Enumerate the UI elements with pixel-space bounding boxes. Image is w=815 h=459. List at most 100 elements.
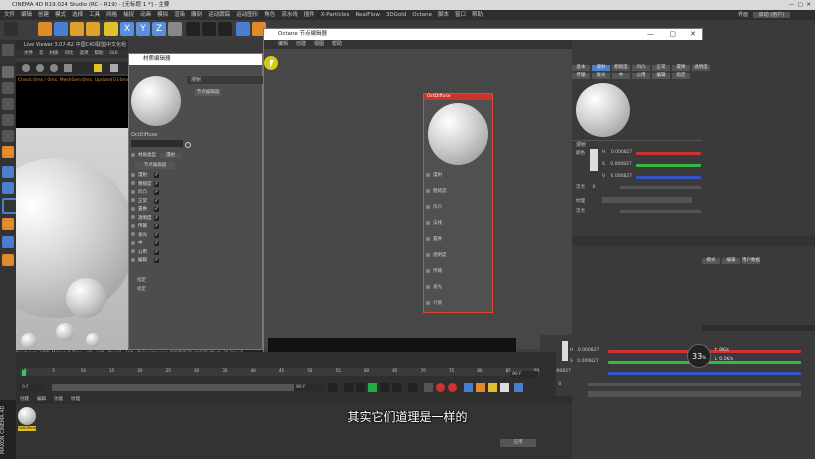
port-dot-icon[interactable] bbox=[426, 172, 430, 177]
y-axis-icon[interactable]: Y bbox=[136, 22, 150, 36]
workplane-icon[interactable] bbox=[2, 98, 14, 110]
attr-tab-tabs_row1-1[interactable]: 漫射 bbox=[592, 65, 610, 71]
lower-v-slider[interactable] bbox=[608, 372, 801, 375]
check-icon[interactable]: ✓ bbox=[154, 215, 159, 221]
material-menu-item-0[interactable]: 创建 bbox=[20, 397, 29, 402]
menu-item-11[interactable]: 雕刻 bbox=[191, 12, 202, 18]
lower-mix-slider[interactable] bbox=[588, 383, 801, 386]
layout-value[interactable]: 启动 (用户) bbox=[752, 12, 791, 18]
play-icon[interactable] bbox=[368, 383, 377, 392]
attr-tab-tabs_row2-4[interactable]: 编辑 bbox=[652, 73, 670, 79]
menu-item-18[interactable]: RealFlow bbox=[355, 12, 379, 18]
attr-tab-tabs_row2-1[interactable]: 发光 bbox=[592, 73, 610, 79]
param-key-icon[interactable] bbox=[500, 383, 509, 392]
attr-tab-tabs_row2-5[interactable]: 指定 bbox=[672, 73, 690, 79]
menu-item-0[interactable]: 文件 bbox=[4, 12, 15, 18]
attr-tab-lower_tabs2-1[interactable]: 编辑 bbox=[722, 258, 740, 264]
check-icon[interactable]: ✓ bbox=[154, 198, 159, 204]
attr-tab-tabs_row1-4[interactable]: 正常 bbox=[652, 65, 670, 71]
timeline-view-icon[interactable] bbox=[514, 383, 523, 392]
attr-tab-lower_tabs2-2[interactable]: 用户数据 bbox=[742, 258, 760, 264]
attr-tab-tabs_row2-2[interactable]: 中 bbox=[612, 73, 630, 79]
check-icon[interactable]: ✓ bbox=[154, 190, 159, 195]
port-dot-icon[interactable] bbox=[426, 284, 430, 289]
go-start-icon[interactable] bbox=[328, 383, 337, 392]
channel-item-3[interactable]: 凹凸 ✓ bbox=[131, 189, 186, 196]
apply-button[interactable]: 应用 bbox=[500, 439, 536, 447]
snap-icon[interactable] bbox=[2, 182, 14, 194]
auto-key-icon[interactable] bbox=[448, 383, 457, 392]
check-icon[interactable]: ✓ bbox=[154, 181, 159, 187]
rotate-tool-icon[interactable] bbox=[70, 22, 84, 36]
close-icon[interactable]: ✕ bbox=[690, 29, 696, 40]
check-icon[interactable]: ✓ bbox=[154, 258, 159, 263]
axis-icon[interactable] bbox=[2, 166, 14, 178]
rot-key-icon[interactable] bbox=[476, 383, 485, 392]
v-slider[interactable] bbox=[636, 176, 701, 179]
s-slider[interactable] bbox=[636, 164, 701, 167]
node-menu-item-3[interactable]: 帮助 bbox=[332, 41, 342, 47]
menu-item-23[interactable]: 帮助 bbox=[472, 12, 483, 18]
check-icon[interactable]: ✓ bbox=[154, 241, 159, 246]
lv-menu-item-3[interactable]: 对比 bbox=[65, 51, 74, 56]
check-icon[interactable]: ✓ bbox=[154, 207, 159, 212]
node-menu-item-0[interactable]: 编辑 bbox=[278, 41, 288, 47]
prev-key-icon[interactable] bbox=[344, 383, 353, 392]
attr-tab-tabs_row2-0[interactable]: 传输 bbox=[572, 73, 590, 79]
node-port-2[interactable]: 凹凸 bbox=[426, 204, 442, 210]
frame-range-slider[interactable] bbox=[52, 384, 302, 391]
undo-icon[interactable] bbox=[4, 22, 18, 36]
pause-icon[interactable] bbox=[50, 64, 58, 72]
color-swatch[interactable] bbox=[590, 149, 598, 171]
menu-item-3[interactable]: 模式 bbox=[55, 12, 66, 18]
scale-key-icon[interactable] bbox=[488, 383, 497, 392]
attr-tab-tabs_row1-2[interactable]: 粗糙度 bbox=[612, 65, 630, 71]
check-icon[interactable]: ✓ bbox=[154, 224, 159, 229]
go-end-icon[interactable] bbox=[408, 383, 417, 392]
points-mode-icon[interactable] bbox=[2, 114, 14, 126]
lv-menu-item-6[interactable]: GUI bbox=[110, 51, 118, 56]
mix-slider[interactable] bbox=[620, 186, 701, 189]
port-dot-icon[interactable] bbox=[426, 188, 430, 193]
menu-item-10[interactable]: 渲染 bbox=[174, 12, 185, 18]
stop-icon[interactable] bbox=[64, 64, 72, 72]
check-icon[interactable]: ✓ bbox=[154, 173, 159, 178]
menu-item-9[interactable]: 模拟 bbox=[157, 12, 168, 18]
node-port-5[interactable]: 透明度 bbox=[426, 252, 447, 258]
transform-icon[interactable] bbox=[104, 22, 118, 36]
edges-mode-icon[interactable] bbox=[2, 130, 14, 142]
polygons-mode-icon[interactable] bbox=[2, 146, 14, 158]
preview-refresh-icon[interactable] bbox=[185, 142, 191, 148]
lower-s-value[interactable]: 0.000827 bbox=[577, 359, 598, 364]
node-port-4[interactable]: 置换 bbox=[426, 236, 442, 242]
menu-item-5[interactable]: 工具 bbox=[89, 12, 100, 18]
restart-icon[interactable] bbox=[36, 64, 44, 72]
attr-tab-tabs_row1-5[interactable]: 置换 bbox=[672, 65, 690, 71]
key-icon[interactable] bbox=[424, 383, 433, 392]
node-port-6[interactable]: 传输 bbox=[426, 268, 442, 274]
h-slider[interactable] bbox=[636, 152, 701, 155]
check-icon[interactable]: ✓ bbox=[154, 249, 159, 255]
node-port-3[interactable]: 法线 bbox=[426, 220, 442, 226]
menu-item-12[interactable]: 运动跟踪 bbox=[208, 12, 230, 18]
node-editor-open-button[interactable]: 节点编辑器 bbox=[195, 89, 221, 96]
node-port-0[interactable]: 漫射 bbox=[426, 172, 442, 178]
octdiffuse-node[interactable]: OctDiffuse 漫射 粗糙度 凹凸 法线 置换 透明度 传输 发光 介质 bbox=[423, 93, 493, 313]
lv-menu-item-1[interactable]: 云 bbox=[39, 51, 44, 56]
port-dot-icon[interactable] bbox=[426, 268, 430, 273]
next-key-icon[interactable] bbox=[392, 383, 401, 392]
attr-tab-tabs_row1-0[interactable]: 基本 bbox=[572, 65, 590, 71]
menu-item-19[interactable]: 3DGold bbox=[386, 12, 406, 18]
z-axis-icon[interactable]: Z bbox=[152, 22, 166, 36]
lv-menu-item-2[interactable]: 材质 bbox=[50, 51, 59, 56]
channel-item-2[interactable]: 粗糙度 ✓ bbox=[131, 181, 186, 188]
window-controls[interactable]: — ▢ ✕ bbox=[789, 0, 811, 10]
brush-icon[interactable] bbox=[2, 236, 14, 248]
channel-item-6[interactable]: 透明度 ✓ bbox=[131, 215, 186, 222]
node-menu-item-2[interactable]: 视图 bbox=[314, 41, 324, 47]
channel-item-10[interactable]: 公用 ✓ bbox=[131, 249, 186, 256]
node-port-1[interactable]: 粗糙度 bbox=[426, 188, 447, 194]
menu-item-4[interactable]: 选择 bbox=[72, 12, 83, 18]
port-dot-icon[interactable] bbox=[426, 236, 430, 241]
render-view-icon[interactable] bbox=[186, 22, 200, 36]
